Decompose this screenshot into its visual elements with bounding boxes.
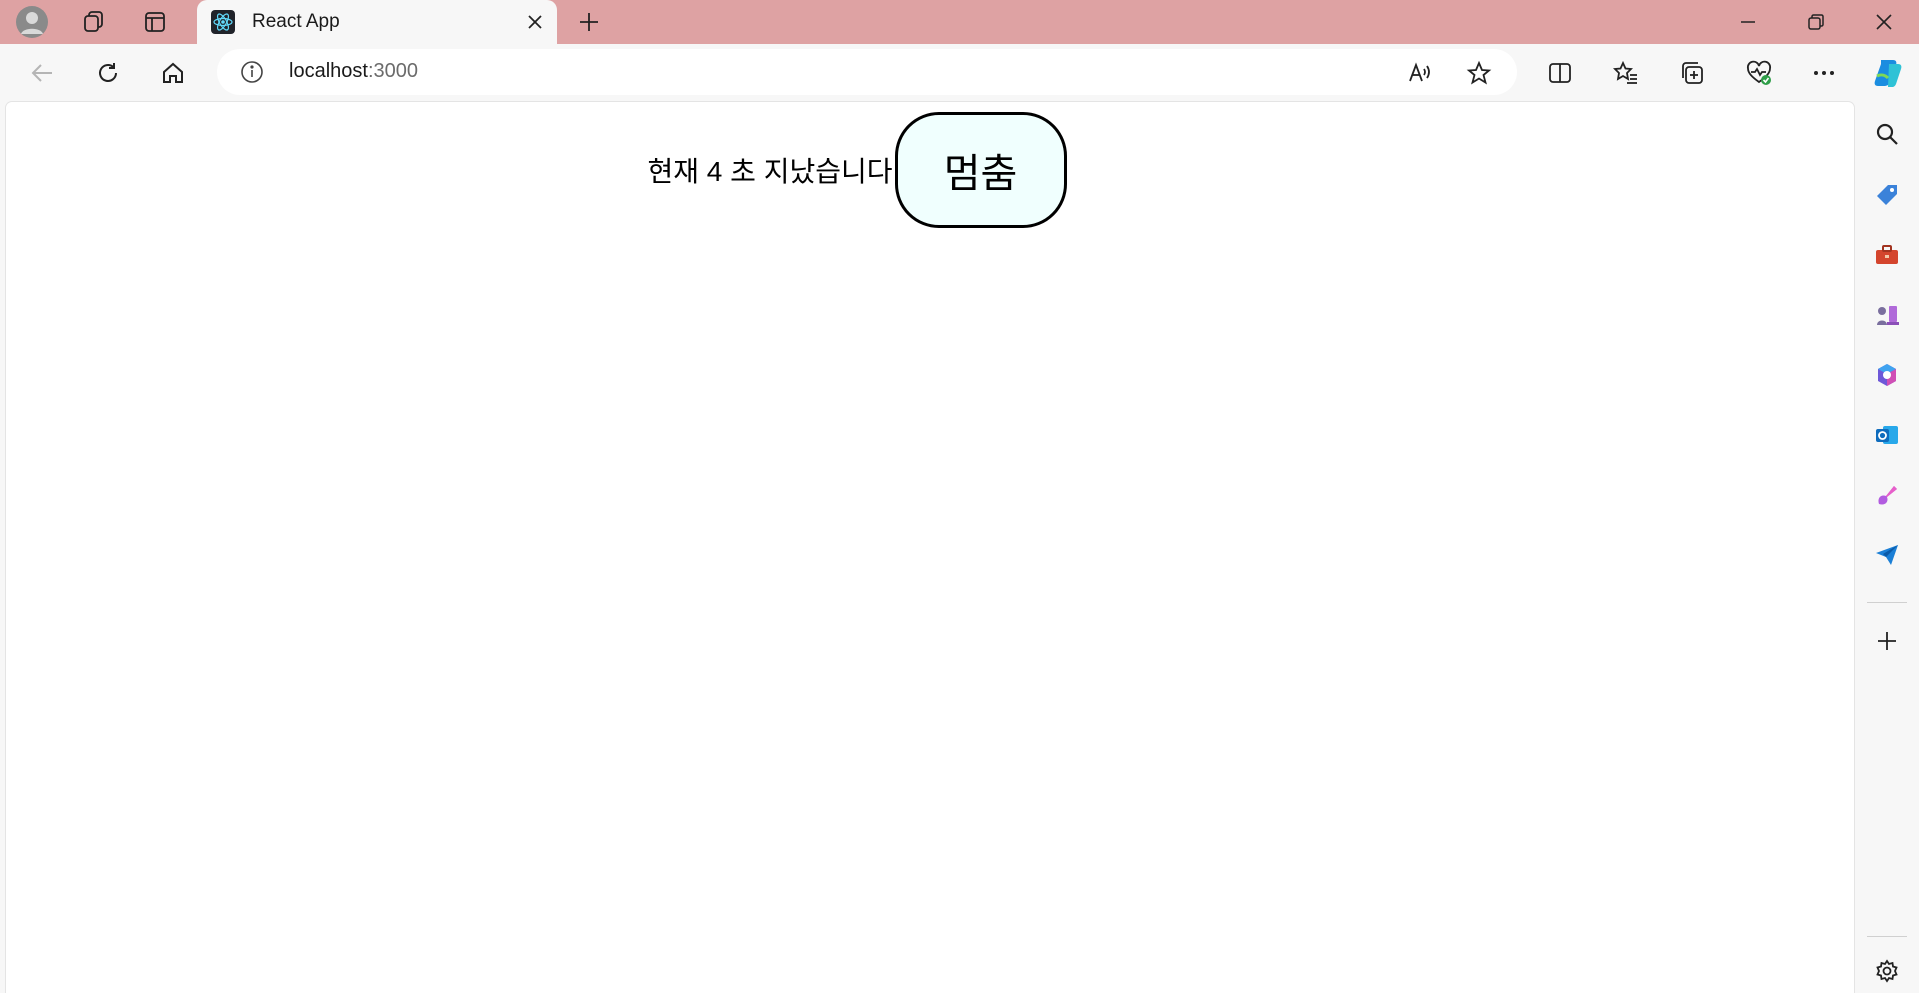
- add-icon[interactable]: [1867, 621, 1907, 661]
- search-icon[interactable]: [1867, 114, 1907, 154]
- home-icon[interactable]: [153, 53, 193, 93]
- tab-title: React App: [252, 11, 340, 32]
- vertical-tabs-icon[interactable]: [137, 4, 173, 40]
- collections-icon[interactable]: [1672, 53, 1712, 93]
- favorite-star-icon[interactable]: [1461, 55, 1497, 91]
- favorites-icon[interactable]: [1606, 53, 1646, 93]
- browser-essentials-icon[interactable]: [1739, 53, 1779, 93]
- games-icon[interactable]: [1867, 295, 1907, 335]
- sidebar-divider: [1867, 936, 1907, 937]
- copilot-icon[interactable]: [1868, 53, 1908, 93]
- settings-icon[interactable]: [1867, 951, 1907, 991]
- close-window-icon[interactable]: [1850, 0, 1918, 44]
- workspaces-icon[interactable]: [75, 4, 111, 40]
- tools-icon[interactable]: [1867, 235, 1907, 275]
- back-arrow-icon[interactable]: [22, 53, 62, 93]
- browser-tab[interactable]: React App: [197, 0, 557, 45]
- profile-avatar-icon[interactable]: [14, 4, 50, 40]
- designer-icon[interactable]: [1867, 475, 1907, 515]
- timer-row: 현재 4 초 지났습니다 멈춤: [6, 112, 1854, 228]
- url-text[interactable]: localhost:3000: [289, 60, 418, 83]
- read-aloud-icon[interactable]: [1402, 55, 1438, 91]
- edge-sidebar: [1855, 102, 1919, 993]
- close-tab-icon[interactable]: [521, 8, 549, 36]
- refresh-icon[interactable]: [88, 53, 128, 93]
- title-bar: React App: [0, 0, 1919, 45]
- microsoft-365-icon[interactable]: [1867, 355, 1907, 395]
- minimize-icon[interactable]: [1714, 0, 1782, 44]
- split-screen-icon[interactable]: [1540, 53, 1580, 93]
- stop-button[interactable]: 멈춤: [894, 112, 1067, 228]
- url-port: :3000: [367, 60, 418, 82]
- elapsed-time-text: 현재 4 초 지났습니다: [647, 156, 893, 187]
- sidebar-divider: [1867, 602, 1907, 603]
- url-host: localhost: [289, 60, 368, 82]
- page-viewport: 현재 4 초 지났습니다 멈춤: [6, 102, 1854, 993]
- browser-toolbar: localhost:3000: [0, 44, 1919, 102]
- new-tab-plus-icon[interactable]: [571, 4, 607, 40]
- info-icon[interactable]: [239, 59, 265, 85]
- outlook-icon[interactable]: [1867, 415, 1907, 455]
- shopping-tag-icon[interactable]: [1867, 175, 1907, 215]
- more-icon[interactable]: [1804, 53, 1844, 93]
- restore-icon[interactable]: [1782, 0, 1850, 44]
- react-logo-icon: [211, 10, 235, 34]
- address-bar[interactable]: localhost:3000: [217, 49, 1517, 95]
- drop-icon[interactable]: [1867, 535, 1907, 575]
